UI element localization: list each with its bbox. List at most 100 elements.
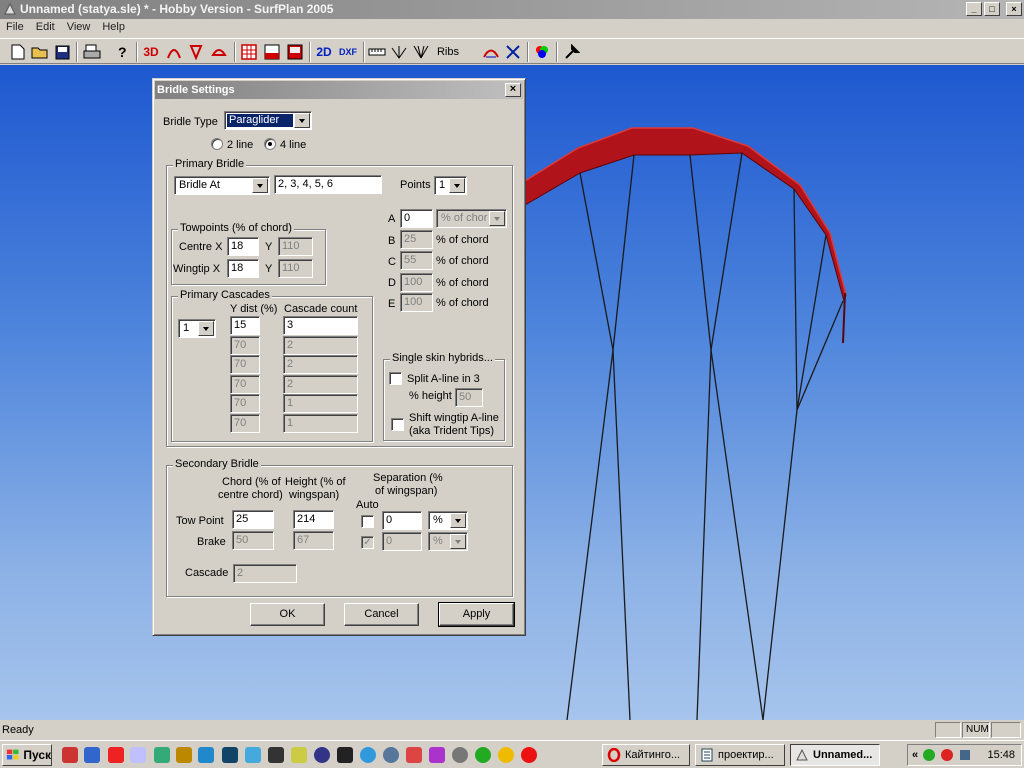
new-icon[interactable] xyxy=(8,42,28,62)
panel-icon[interactable] xyxy=(262,42,282,62)
quicklaunch-app11-icon[interactable] xyxy=(291,747,307,763)
task-button-3[interactable]: Unnamed... xyxy=(790,744,880,766)
print-icon[interactable] xyxy=(82,42,102,62)
view-3d-icon[interactable]: 3D xyxy=(141,42,161,62)
point-a-input[interactable]: 0 xyxy=(400,209,433,228)
points-label: Points xyxy=(400,179,431,191)
cancel-button[interactable]: Cancel xyxy=(344,603,419,626)
quicklaunch-app12-icon[interactable] xyxy=(314,747,330,763)
split-a-line-checkbox[interactable] xyxy=(389,372,402,385)
quicklaunch-app19-icon[interactable] xyxy=(475,747,491,763)
shift-wingtip-checkbox[interactable] xyxy=(391,418,404,431)
quicklaunch-opera-icon[interactable] xyxy=(521,747,537,763)
quicklaunch-app1-icon[interactable] xyxy=(62,747,78,763)
cascade-count-1[interactable]: 3 xyxy=(283,316,358,335)
quicklaunch-app14-icon[interactable] xyxy=(360,747,376,763)
points-select[interactable]: 1 xyxy=(434,176,467,195)
grid-icon[interactable] xyxy=(239,42,259,62)
centre-x-label: Centre X xyxy=(179,241,223,253)
quicklaunch-app10-icon[interactable] xyxy=(268,747,284,763)
apply-button[interactable]: Apply xyxy=(438,602,515,627)
quicklaunch-app16-icon[interactable] xyxy=(406,747,422,763)
tow-chord-input[interactable]: 25 xyxy=(232,510,274,529)
bridle-at-select[interactable]: Bridle At xyxy=(174,176,270,195)
cascade-count-2: 2 xyxy=(283,336,358,355)
ribs-icon[interactable]: Ribs xyxy=(433,42,463,62)
quicklaunch-app17-icon[interactable] xyxy=(429,747,445,763)
system-tray: « 15:48 xyxy=(907,744,1022,766)
shift-wingtip-label-1: Shift wingtip A-line xyxy=(409,412,499,424)
separation-header-2: of wingspan) xyxy=(375,485,438,497)
toolbar: ? 3D 2D DXF Ribs xyxy=(0,38,1024,64)
window-title-bar[interactable]: Unnamed (statya.sle) * - Hobby Version -… xyxy=(0,0,1024,19)
centre-x-input[interactable]: 18 xyxy=(227,237,259,256)
cascade-ydist-1[interactable]: 15 xyxy=(230,316,260,335)
radio-2-line[interactable] xyxy=(211,138,223,150)
tray-gear-icon[interactable] xyxy=(922,748,936,762)
quicklaunch-app13-icon[interactable] xyxy=(337,747,353,763)
radio-4-line[interactable] xyxy=(264,138,276,150)
view-2d-icon[interactable]: 2D xyxy=(314,42,334,62)
tow-auto-checkbox[interactable] xyxy=(361,515,374,528)
tow-height-input[interactable]: 214 xyxy=(293,510,334,529)
tray-expand-button[interactable]: « xyxy=(912,749,918,761)
cascade-ydist-3: 70 xyxy=(230,355,260,374)
bridle-type-label: Bridle Type xyxy=(163,116,218,128)
maximize-button[interactable]: □ xyxy=(984,2,1000,16)
bridle-type-select[interactable]: Paraglider xyxy=(224,111,312,130)
help-icon[interactable]: ? xyxy=(112,42,132,62)
quicklaunch-app3-icon[interactable] xyxy=(108,747,124,763)
wingtip-x-input[interactable]: 18 xyxy=(227,259,259,278)
lines-icon[interactable] xyxy=(411,42,431,62)
ok-button[interactable]: OK xyxy=(250,603,325,626)
start-button[interactable]: Пуск xyxy=(2,744,52,766)
chevron-down-icon xyxy=(198,321,214,336)
quicklaunch-app8-icon[interactable] xyxy=(222,747,238,763)
tray-network-icon[interactable] xyxy=(958,748,972,762)
task-button-1[interactable]: Кайтинго... xyxy=(602,744,690,766)
image-icon[interactable] xyxy=(285,42,305,62)
arc-icon[interactable] xyxy=(164,42,184,62)
quicklaunch-app5-icon[interactable] xyxy=(154,747,170,763)
quicklaunch-app20-icon[interactable] xyxy=(498,747,514,763)
menu-view[interactable]: View xyxy=(61,19,97,37)
bridle-icon[interactable] xyxy=(389,42,409,62)
cascade-count-6: 1 xyxy=(283,414,358,433)
quicklaunch-app6-icon[interactable] xyxy=(176,747,192,763)
tow-separation-input[interactable]: 0 xyxy=(382,511,422,530)
dxf-icon[interactable]: DXF xyxy=(336,42,360,62)
menu-help[interactable]: Help xyxy=(96,19,131,37)
tow-unit-select[interactable]: % xyxy=(428,511,468,530)
bridle-at-list-input[interactable]: 2, 3, 4, 5, 6 xyxy=(274,175,382,194)
quicklaunch-app9-icon[interactable] xyxy=(245,747,261,763)
separation-header-1: Separation (% xyxy=(373,472,443,484)
dialog-close-button[interactable]: × xyxy=(505,83,521,97)
task-button-2[interactable]: проектир... xyxy=(695,744,785,766)
quicklaunch-app18-icon[interactable] xyxy=(452,747,468,763)
tray-antivirus-icon[interactable] xyxy=(940,748,954,762)
minimize-button[interactable]: _ xyxy=(966,2,982,16)
arch-icon[interactable] xyxy=(481,42,501,62)
quicklaunch-app4-icon[interactable] xyxy=(130,747,146,763)
dialog-title-bar[interactable]: Bridle Settings × xyxy=(155,81,523,99)
save-icon[interactable] xyxy=(52,42,72,62)
open-icon[interactable] xyxy=(30,42,50,62)
chord-header-2: centre chord) xyxy=(218,489,283,501)
tools-icon[interactable] xyxy=(562,42,582,62)
point-unit-select: % of chord xyxy=(436,209,507,228)
clock: 15:48 xyxy=(987,749,1015,761)
towpoints-label: Towpoints (% of chord) xyxy=(178,222,294,234)
profile-icon[interactable] xyxy=(186,42,206,62)
shape-icon[interactable] xyxy=(209,42,229,62)
scissors-icon[interactable] xyxy=(503,42,523,62)
quicklaunch-app2-icon[interactable] xyxy=(84,747,100,763)
menu-edit[interactable]: Edit xyxy=(30,19,61,37)
menu-file[interactable]: File xyxy=(0,19,30,37)
kite-canopy xyxy=(524,127,847,303)
color-icon[interactable] xyxy=(532,42,552,62)
ruler-icon[interactable] xyxy=(367,42,387,62)
quicklaunch-app15-icon[interactable] xyxy=(383,747,399,763)
close-window-button[interactable]: × xyxy=(1006,2,1022,16)
cascade-selector[interactable]: 1 xyxy=(178,319,216,338)
quicklaunch-app7-icon[interactable] xyxy=(198,747,214,763)
